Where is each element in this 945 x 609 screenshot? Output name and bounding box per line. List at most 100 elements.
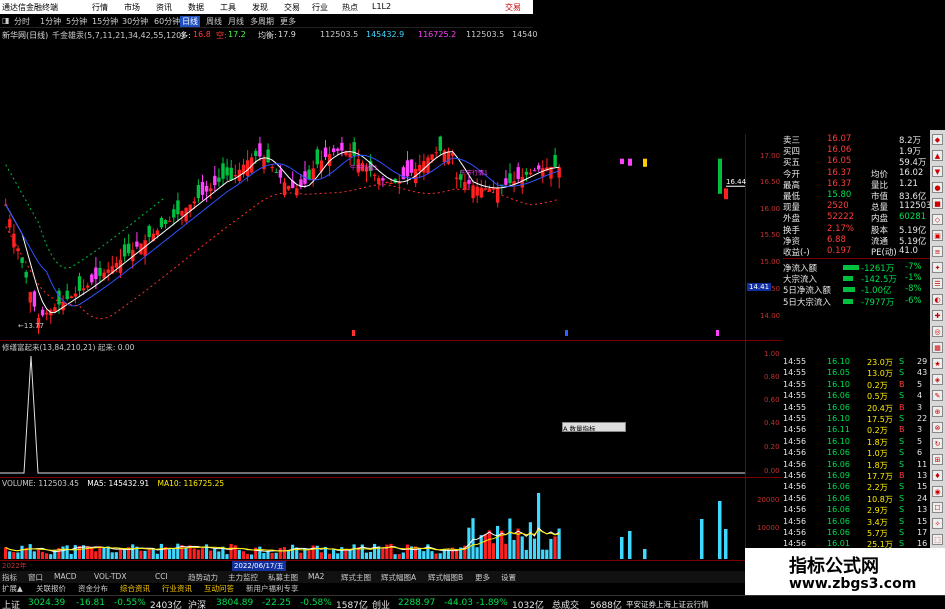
period-8[interactable]: 月线 (228, 16, 244, 27)
quote-v1: 52222 (827, 212, 855, 223)
volume-bar (122, 550, 127, 559)
indicator-tab[interactable]: VOL-TDX (94, 572, 126, 581)
period-0[interactable]: 分时 (14, 16, 30, 27)
tool-icon-3[interactable]: ▼ (932, 166, 943, 177)
ma-line-blue (5, 154, 560, 307)
period-5[interactable]: 60分钟 (154, 16, 180, 27)
tool-icon-21[interactable]: ⊞ (932, 454, 943, 465)
indicator-tab[interactable]: 辉式主图 (341, 572, 371, 583)
cy-label[interactable]: 创业 (372, 598, 390, 609)
info-tab[interactable]: 互动问答 (204, 583, 234, 594)
info-tab[interactable]: 新用户福利专享 (246, 583, 299, 594)
indicator-tab[interactable]: 指标 (2, 572, 17, 583)
tool-icon-11[interactable]: ◐ (932, 294, 943, 305)
menu-item-7[interactable]: 行业 (312, 2, 328, 13)
tool-icon-8[interactable]: ≡ (932, 246, 943, 257)
indicator-popup[interactable]: A 数量指标 (562, 422, 626, 432)
menu-item-1[interactable]: 市场 (124, 2, 140, 13)
indicator-tab[interactable]: CCI (155, 572, 168, 581)
indicator-tab[interactable]: 设置 (501, 572, 516, 583)
tool-icon-12[interactable]: ✚ (932, 310, 943, 321)
tick-s: S (899, 459, 905, 469)
info-tab[interactable]: 行业资讯 (162, 583, 192, 594)
tick-row: 14:55 16.10 23.0万 S 29 (783, 357, 945, 368)
indicator-tab[interactable]: 辉式幅图A (381, 572, 416, 583)
tool-icon-13[interactable]: ◎ (932, 326, 943, 337)
volume-bar (438, 553, 442, 559)
menu-item-2[interactable]: 资讯 (156, 2, 172, 13)
tool-icon-7[interactable]: ▣ (932, 230, 943, 241)
info-tab[interactable]: 资金分布 (78, 583, 108, 594)
period-10[interactable]: 更多 (280, 16, 296, 27)
volume-bar (340, 547, 344, 559)
tool-icon-14[interactable]: ▦ (932, 342, 943, 353)
sh-label[interactable]: 上证 (2, 598, 20, 609)
tick-p: 16.10 (827, 436, 850, 446)
indicator-tab-bar: 指标 窗口 MACD VOL-TDX CCI 趋势动力 主力监控 私募主图 MA2 辉式主图 辉式幅… (0, 571, 745, 583)
tool-icon-16[interactable]: ◈ (932, 374, 943, 385)
volume-chart[interactable] (0, 477, 745, 571)
tool-icon-6[interactable]: ◇ (932, 214, 943, 225)
candle-body (377, 177, 381, 185)
tool-icon-26[interactable]: ⬚ (932, 534, 943, 545)
candlestick-chart[interactable] (0, 42, 745, 340)
tool-icon-22[interactable]: ♦ (932, 470, 943, 481)
tick-row: 14:56 16.06 1.8万 S 11 (783, 460, 945, 471)
sub-indicator-chart[interactable] (0, 340, 745, 477)
tool-icon-9[interactable]: ✦ (932, 262, 943, 273)
period-9[interactable]: 多周期 (250, 16, 274, 27)
tool-icon-18[interactable]: ⊕ (932, 406, 943, 417)
tool-icon-25[interactable]: ✧ (932, 518, 943, 529)
info-tab[interactable]: 扩展▲ (2, 583, 23, 594)
period-2[interactable]: 5分钟 (66, 16, 87, 27)
menu-item-6[interactable]: 交易 (284, 2, 300, 13)
period-6[interactable]: 日线 (180, 16, 200, 27)
tool-icon-1[interactable]: ◆ (932, 134, 943, 145)
menu-item-3[interactable]: 数据 (188, 2, 204, 13)
kong-value: 17.2 (228, 30, 246, 39)
tool-icon-15[interactable]: ★ (932, 358, 943, 369)
tool-icon-5[interactable]: ■ (932, 198, 943, 209)
tick-list[interactable]: 14:55 16.10 23.0万 S 29 14:55 16.05 13.0万 S 43 14:5… (783, 357, 930, 572)
candle-body (233, 175, 237, 177)
volume-bar (479, 535, 483, 559)
menu-item-4[interactable]: 工具 (220, 2, 236, 13)
indicator-tab[interactable]: 辉式幅图B (428, 572, 463, 583)
quote-l1: 换手 (783, 225, 801, 236)
period-7[interactable]: 周线 (206, 16, 222, 27)
menu-item-9[interactable]: L1L2 (372, 2, 391, 11)
candle-body (520, 176, 524, 188)
sz-label[interactable]: 沪深 (188, 598, 206, 609)
candle-body (270, 167, 274, 169)
tool-icon-17[interactable]: ✎ (932, 390, 943, 401)
indicator-tab[interactable]: MA2 (308, 572, 324, 581)
tool-icon-19[interactable]: ⊗ (932, 422, 943, 433)
tick-v: 13.0万 (867, 369, 893, 379)
tick-n: 5 (917, 436, 923, 446)
menu-item-5[interactable]: 发现 (252, 2, 268, 13)
menu-item-8[interactable]: 热点 (342, 2, 358, 13)
indicator-tab[interactable]: 主力监控 (228, 572, 258, 583)
period-1[interactable]: 1分钟 (40, 16, 61, 27)
period-4[interactable]: 30分钟 (122, 16, 148, 27)
volume-bar (397, 554, 401, 559)
period-3[interactable]: 15分钟 (92, 16, 118, 27)
candle-body (438, 136, 442, 151)
tool-icon-20[interactable]: ↻ (932, 438, 943, 449)
indicator-tab[interactable]: 趋势动力 (188, 572, 218, 583)
indicator-tab[interactable]: 窗口 (28, 572, 43, 583)
tool-icon-2[interactable]: ▲ (932, 150, 943, 161)
tool-icon-23[interactable]: ◉ (932, 486, 943, 497)
candle-body (45, 312, 49, 315)
indicator-tab[interactable]: 更多 (475, 572, 490, 583)
indicator-tab[interactable]: 私募主图 (268, 572, 298, 583)
tool-icon-24[interactable]: ☐ (932, 502, 943, 513)
info-tab[interactable]: 综合资讯 (120, 583, 150, 594)
tool-icon-4[interactable]: ● (932, 182, 943, 193)
indicator-tab[interactable]: MACD (54, 572, 76, 581)
info-tab[interactable]: 关联报价 (36, 583, 66, 594)
trade-button[interactable]: 交易 (505, 2, 521, 13)
tool-icon-10[interactable]: ☰ (932, 278, 943, 289)
menu-item-0[interactable]: 行情 (92, 2, 108, 13)
period-split-icon[interactable]: ◨ (2, 16, 10, 25)
